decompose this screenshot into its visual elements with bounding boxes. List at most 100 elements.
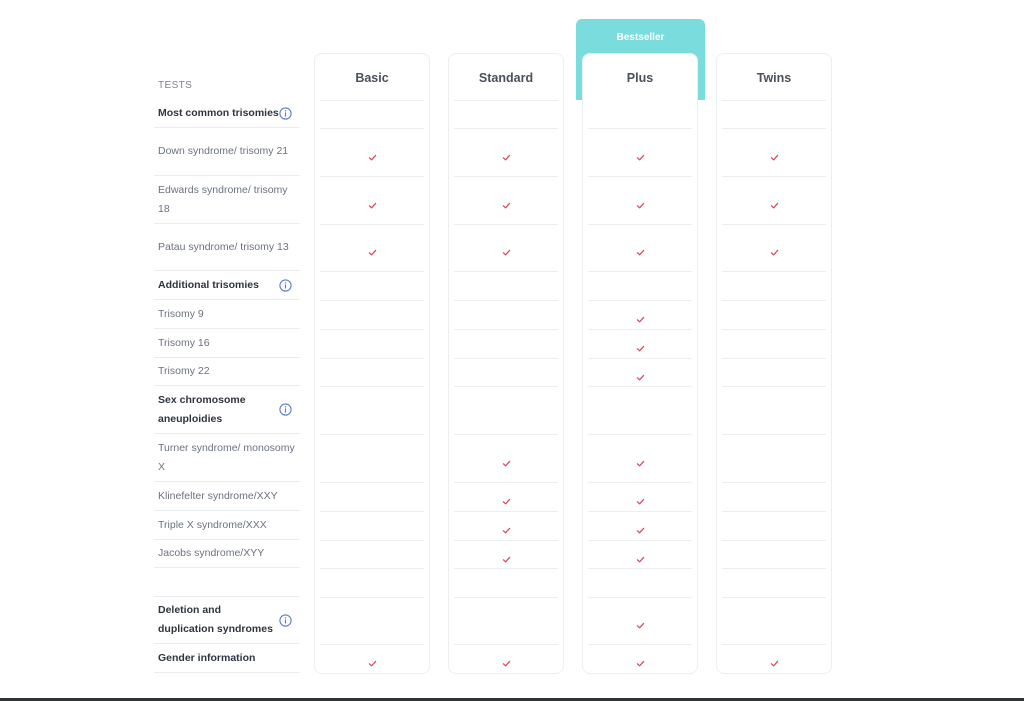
plan-cell	[454, 271, 558, 301]
test-name: Patau syndrome/ trisomy 13	[158, 240, 289, 253]
plan-cell	[454, 540, 558, 569]
plan-cell	[454, 568, 558, 598]
plan-cell	[320, 482, 424, 512]
plan-cell	[454, 100, 558, 129]
row-label: Klinefelter syndrome/XXY	[154, 482, 300, 511]
plan-cell	[588, 176, 692, 225]
plan-cell	[454, 434, 558, 483]
plan-cell	[722, 597, 826, 645]
row-label: Sex chromosome aneuploidies	[154, 386, 300, 434]
check-icon	[770, 655, 779, 667]
row-label: Down syndrome/ trisomy 21	[154, 128, 300, 176]
plan-cell	[588, 540, 692, 569]
group-heading: Most common trisomies	[158, 107, 279, 119]
plan-column-1: Basic	[314, 53, 430, 674]
row-label: Trisomy 16	[154, 329, 300, 358]
check-icon	[368, 244, 377, 256]
check-icon	[636, 197, 645, 208]
test-name: Jacobs syndrome/XYY	[158, 547, 265, 559]
test-name: Down syndrome/ trisomy 21	[158, 145, 289, 157]
plan-column-2: Standard	[448, 53, 564, 674]
check-icon	[636, 149, 645, 160]
check-icon	[636, 655, 645, 667]
plan-cell	[454, 482, 558, 512]
test-name: Trisomy 22	[158, 365, 210, 377]
row-label: Trisomy 9	[154, 300, 300, 329]
plan-cell	[320, 568, 424, 598]
info-icon[interactable]	[279, 107, 292, 120]
plan-cell	[588, 597, 692, 645]
check-icon	[770, 149, 779, 160]
plan-cell	[722, 568, 826, 598]
plan-cell	[588, 271, 692, 301]
row-label: Triple X syndrome/XXX	[154, 511, 300, 540]
plan-name: Standard	[478, 70, 534, 85]
check-icon	[636, 551, 645, 562]
row-label: Jacobs syndrome/XYY	[154, 540, 300, 568]
plan-cell	[588, 434, 692, 483]
plan-cell	[722, 358, 826, 387]
row-label: Trisomy 22	[154, 358, 300, 386]
check-icon	[502, 197, 511, 208]
plan-cell	[588, 358, 692, 387]
plan-cell	[722, 271, 826, 301]
plan-cell	[454, 329, 558, 359]
group-heading: Gender information	[158, 651, 256, 664]
check-icon	[502, 455, 511, 466]
check-icon	[636, 617, 645, 629]
group-heading: Sex chromosome aneuploidies	[158, 393, 246, 425]
plan-cell	[454, 597, 558, 645]
plan-cell	[320, 358, 424, 387]
info-icon[interactable]	[279, 403, 292, 416]
plan-cell	[722, 644, 826, 674]
plan-cell	[588, 300, 692, 330]
plan-cell	[588, 511, 692, 541]
plan-cell	[588, 100, 692, 129]
check-icon	[502, 655, 511, 667]
plan-cell	[588, 386, 692, 435]
test-name: Turner syndrome/ monosomy X	[158, 441, 295, 473]
row-label: Gender information	[154, 644, 300, 673]
plan-cell	[454, 176, 558, 225]
row-label: Additional trisomies	[154, 271, 300, 300]
info-icon[interactable]	[279, 278, 292, 292]
plan-cell	[588, 128, 692, 177]
plan-cell	[320, 100, 424, 129]
plan-cell	[722, 224, 826, 272]
plan-cell	[722, 300, 826, 330]
check-icon	[636, 244, 645, 256]
plan-name: Plus	[626, 70, 654, 85]
plan-cell	[320, 176, 424, 225]
plan-cell	[320, 540, 424, 569]
row-label	[154, 568, 300, 597]
plan-cell	[588, 644, 692, 674]
plan-cell	[722, 386, 826, 435]
plan-cell	[722, 329, 826, 359]
group-heading: Deletion and duplication syndromes	[158, 604, 273, 635]
check-icon	[636, 493, 645, 505]
info-icon[interactable]	[279, 613, 292, 627]
plan-cell	[722, 511, 826, 541]
test-name: Edwards syndrome/ trisomy 18	[158, 183, 288, 215]
row-label: Patau syndrome/ trisomy 13	[154, 224, 300, 271]
check-icon	[502, 149, 511, 160]
check-icon	[636, 522, 645, 534]
plan-cell	[588, 568, 692, 598]
check-icon	[770, 244, 779, 256]
plan-cell	[588, 329, 692, 359]
plan-cell	[320, 386, 424, 435]
row-label: Turner syndrome/ monosomy X	[154, 434, 300, 482]
plan-cell	[320, 300, 424, 330]
check-icon	[636, 369, 645, 380]
plan-cell	[320, 329, 424, 359]
plan-cell	[722, 128, 826, 177]
plan-cell	[320, 128, 424, 177]
row-label: Most common trisomies	[154, 100, 300, 128]
group-heading: Additional trisomies	[158, 278, 259, 291]
check-icon	[368, 655, 377, 667]
check-icon	[502, 551, 511, 562]
row-label: Deletion and duplication syndromes	[154, 597, 300, 644]
plan-name: Basic	[355, 70, 389, 85]
plan-cell	[454, 386, 558, 435]
plan-cell	[722, 100, 826, 129]
